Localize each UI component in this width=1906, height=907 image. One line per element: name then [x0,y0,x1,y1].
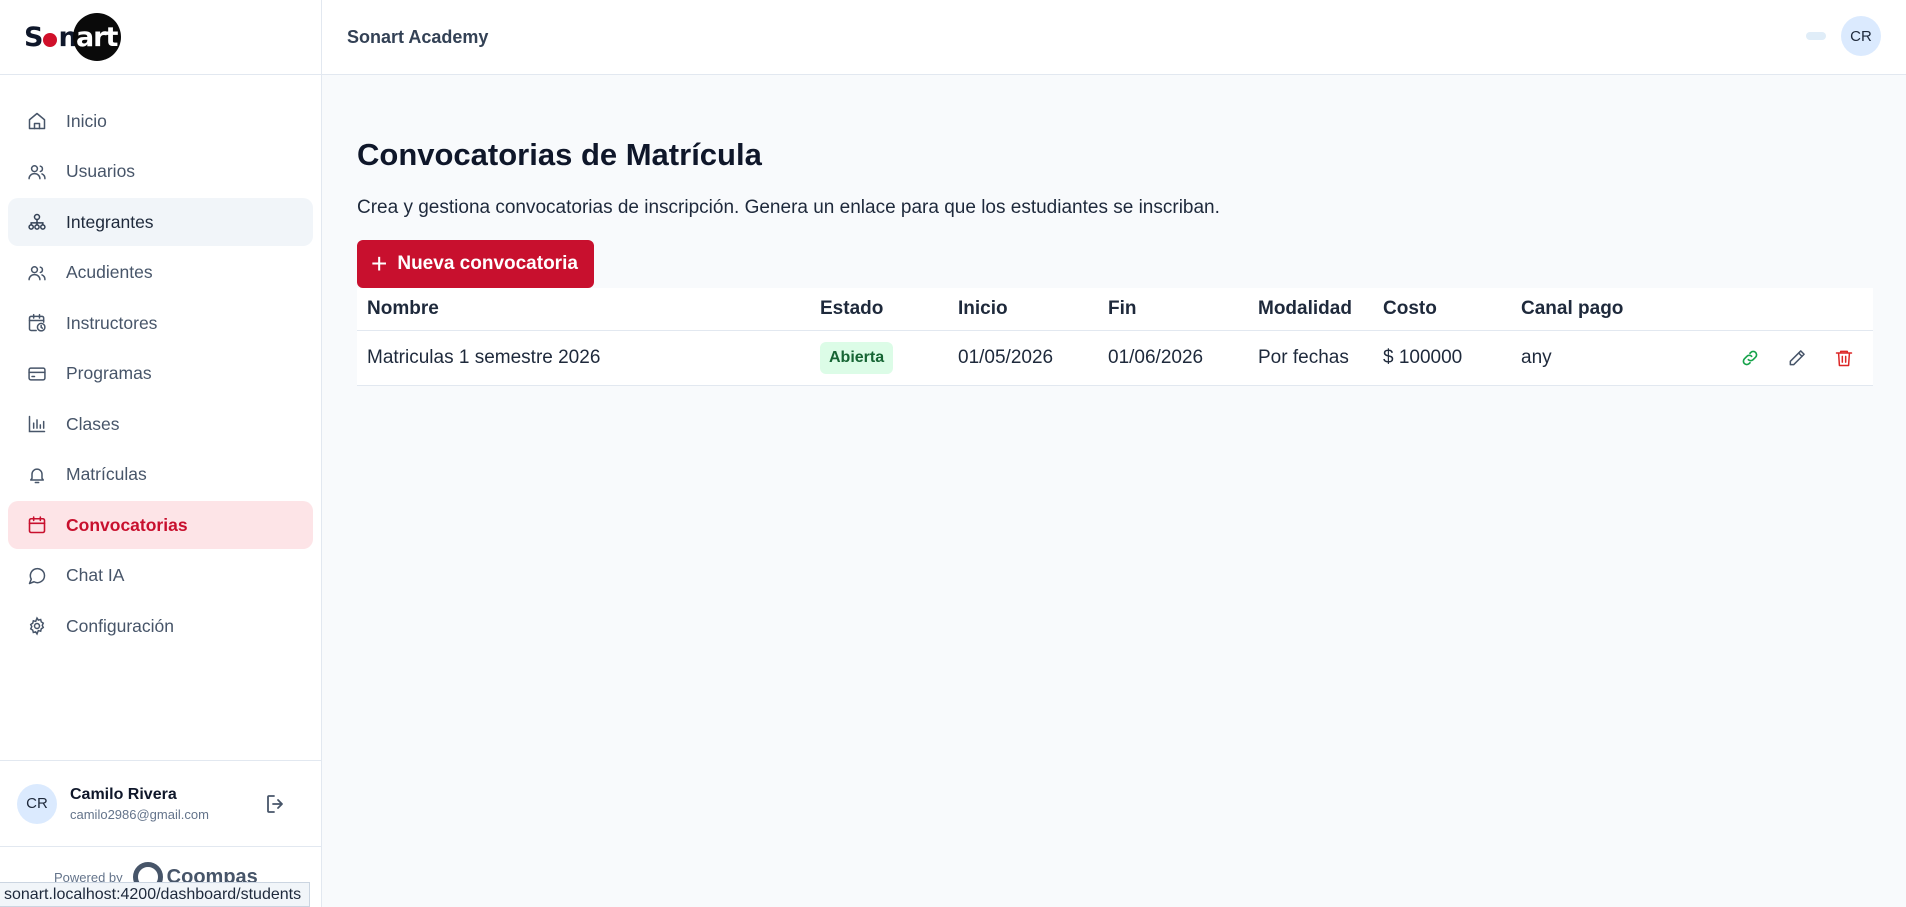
table-row[interactable]: Matriculas 1 semestre 2026 Abierta 01/05… [357,330,1873,386]
sidebar: Sn art Inicio Usuarios Integrantes Acudie… [0,0,322,907]
cell-inicio: 01/05/2026 [948,330,1098,386]
column-header-modalidad[interactable]: Modalidad [1248,288,1373,331]
logo-word: art [75,21,118,53]
users-icon [27,263,47,283]
new-convocatoria-button[interactable]: + Nueva convocatoria [357,240,594,288]
sidebar-item-label: Matrículas [66,464,147,484]
copy-link-icon[interactable] [1739,347,1761,369]
column-header-actions [1671,288,1873,331]
sidebar-item-label: Integrantes [66,211,154,232]
new-convocatoria-label: Nueva convocatoria [397,253,578,274]
sidebar-item-matriculas[interactable]: Matrículas [8,451,313,499]
bell-icon [27,465,47,485]
sidebar-item-label: Configuración [66,615,174,636]
sidebar-item-label: Clases [66,413,120,434]
status-badge: Abierta [820,341,894,374]
home-icon [27,111,47,131]
sidebar-item-label: Usuarios [66,161,136,181]
sidebar-item-chat-ia[interactable]: Chat IA [8,552,313,600]
cell-costo: $ 100000 [1373,330,1511,386]
avatar: CR [17,783,57,824]
cell-nombre: Matriculas 1 semestre 2026 [357,330,810,386]
bar-chart-icon [27,414,47,434]
sidebar-item-label: Chat IA [66,565,125,585]
column-header-estado[interactable]: Estado [810,288,948,331]
sitemap-icon [27,212,47,232]
user-info: Camilo Rivera camilo2986@gmail.com [70,786,264,822]
cell-estado: Abierta [810,330,948,386]
cell-fin: 01/06/2026 [1098,330,1248,386]
credit-card-icon [27,364,47,384]
sidebar-item-label: Programas [66,363,152,383]
logo-circle: art [72,13,121,61]
calendar-icon [27,515,47,535]
status-bar-url: sonart.localhost:4200/dashboard/students [0,882,311,907]
sidebar-item-programas[interactable]: Programas [8,350,313,398]
sidebar-item-label: Acudientes [66,262,153,282]
column-header-nombre[interactable]: Nombre [357,288,810,331]
sidebar-item-clases[interactable]: Clases [8,400,313,448]
logo-dot-icon [43,33,58,47]
sidebar-item-inicio[interactable]: Inicio [8,97,313,145]
cell-canal-pago: any [1511,330,1671,386]
main-content: Convocatorias de Matrícula Crea y gestio… [357,75,1873,386]
sidebar-item-label: Convocatorias [66,514,188,535]
sidebar-item-instructores[interactable]: Instructores [8,299,313,347]
plus-icon: + [371,248,388,279]
column-header-costo[interactable]: Costo [1373,288,1511,331]
delete-trash-icon[interactable] [1833,347,1855,369]
user-panel: CR Camilo Rivera camilo2986@gmail.com [0,760,321,847]
cell-modalidad: Por fechas [1248,330,1373,386]
logo-area: Sn art [0,0,321,75]
topbar: Sonart Academy CR [322,0,1906,75]
message-circle-icon [27,566,47,586]
academy-name: Sonart Academy [347,26,489,47]
convocatorias-table: Nombre Estado Inicio Fin Modalidad Costo… [357,288,1873,386]
sonart-logo[interactable]: Sn art [24,13,121,61]
page-title: Convocatorias de Matrícula [357,137,762,172]
logout-icon[interactable] [264,792,288,816]
user-email: camilo2986@gmail.com [70,806,209,822]
sidebar-item-configuracion[interactable]: Configuración [8,602,313,650]
sidebar-item-label: Inicio [66,110,107,131]
edit-pencil-icon[interactable] [1786,347,1808,369]
sidebar-item-label: Instructores [66,312,158,333]
column-header-canal-pago[interactable]: Canal pago [1511,288,1671,331]
user-name: Camilo Rivera [70,785,177,803]
logo-letter: S [24,21,43,53]
avatar[interactable]: CR [1841,16,1881,56]
column-header-inicio[interactable]: Inicio [948,288,1098,331]
settings-icon [27,616,47,636]
theme-toggle[interactable] [1806,32,1826,40]
sidebar-item-integrantes[interactable]: Integrantes [8,198,313,246]
users-icon [27,162,47,182]
sidebar-item-usuarios[interactable]: Usuarios [8,148,313,196]
page-subtitle: Crea y gestiona convocatorias de inscrip… [357,197,1220,218]
cell-actions [1671,330,1873,386]
sidebar-item-convocatorias[interactable]: Convocatorias [8,501,313,549]
sidebar-item-acudientes[interactable]: Acudientes [8,249,313,297]
sidebar-nav: Inicio Usuarios Integrantes Acudientes I… [0,75,321,650]
table-header-row: Nombre Estado Inicio Fin Modalidad Costo… [357,288,1873,331]
column-header-fin[interactable]: Fin [1098,288,1248,331]
calendar-clock-icon [27,313,47,333]
topbar-right: CR [1806,16,1881,56]
row-actions [1681,347,1873,369]
